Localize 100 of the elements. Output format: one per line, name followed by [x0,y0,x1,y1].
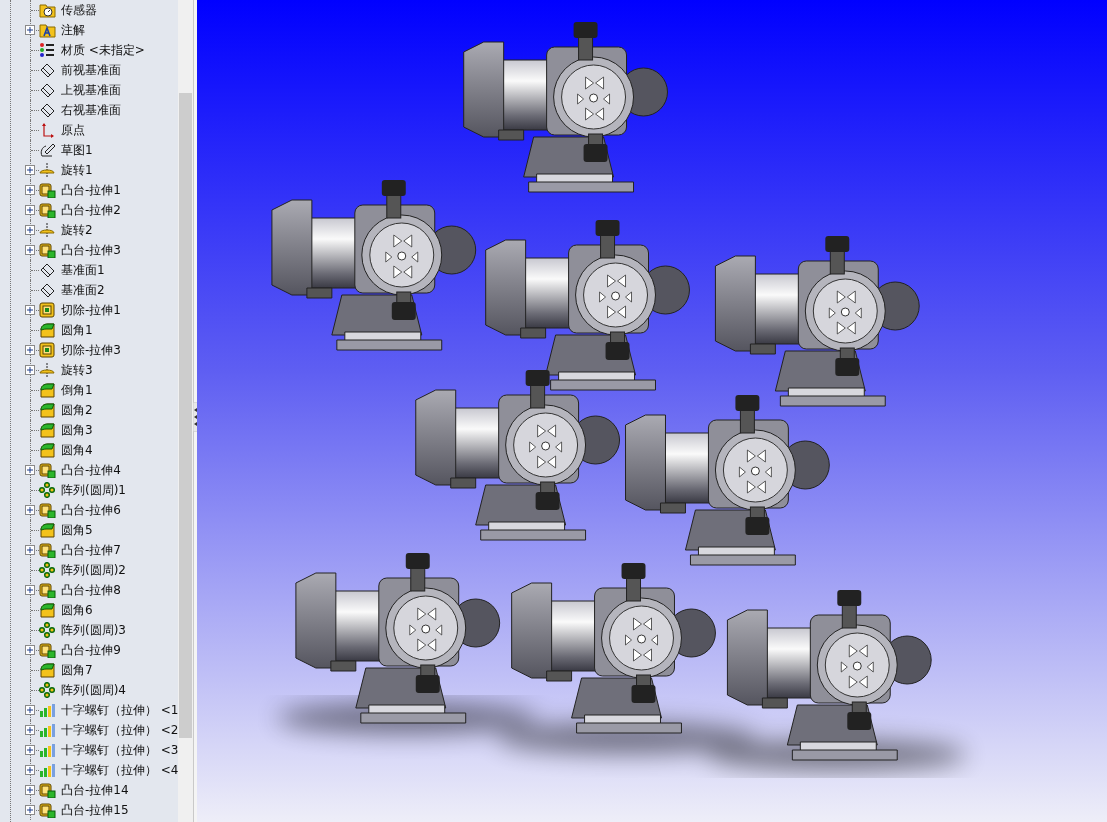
tree-item[interactable]: 圆角1 [61,322,93,338]
expand-toggle[interactable] [25,245,35,255]
plane-icon [39,82,56,98]
tree-item[interactable]: 凸台-拉伸4 [61,462,121,478]
extrude-icon [39,202,56,218]
expand-toggle[interactable] [25,765,35,775]
fillet-icon [39,422,56,438]
extrude-icon [39,802,56,818]
tree-item[interactable]: 切除-拉伸3 [61,342,121,358]
expand-toggle[interactable] [25,365,35,375]
tree-item[interactable]: 阵列(圆周)4 [61,682,126,698]
tree-item[interactable]: 凸台-拉伸14 [61,782,129,798]
tree-item[interactable]: 上视基准面 [61,82,121,98]
extrude-icon [39,642,56,658]
tree-item[interactable]: 切除-拉伸1 [61,302,121,318]
tree-item[interactable]: 圆角3 [61,422,93,438]
model-viewport[interactable] [197,0,1107,822]
cut-icon [39,342,56,358]
plane-icon [39,282,56,298]
tree-item[interactable]: 旋转3 [61,362,93,378]
tree-item[interactable]: 凸台-拉伸2 [61,202,121,218]
tree-item[interactable]: 阵列(圆周)3 [61,622,126,638]
bars-icon [39,742,56,758]
tree-item[interactable]: 右视基准面 [61,102,121,118]
tree-item[interactable]: 旋转1 [61,162,93,178]
expand-toggle[interactable] [25,225,35,235]
origin-icon [39,122,56,138]
tree-item[interactable]: 圆角6 [61,602,93,618]
tree-item[interactable]: 凸台-拉伸6 [61,502,121,518]
extrude-icon [39,542,56,558]
fillet-icon [39,602,56,618]
bars-icon [39,762,56,778]
tree-item[interactable]: 注解 [61,22,85,38]
tree-item[interactable]: 基准面1 [61,262,105,278]
expand-toggle[interactable] [25,785,35,795]
revolve-icon [39,162,56,178]
expand-toggle[interactable] [25,185,35,195]
tree-item[interactable]: 十字螺钉（拉伸） <1 [61,702,178,718]
tree-item[interactable]: 旋转2 [61,222,93,238]
expand-toggle[interactable] [25,745,35,755]
expand-toggle[interactable] [25,645,35,655]
tree-item[interactable]: 阵列(圆周)1 [61,482,126,498]
expand-toggle[interactable] [25,165,35,175]
tree-item[interactable]: 基准面2 [61,282,105,298]
expand-toggle[interactable] [25,305,35,315]
tree-item[interactable]: 凸台-拉伸15 [61,802,129,818]
pattern-icon [39,622,56,638]
pattern-icon [39,682,56,698]
fillet-icon [39,522,56,538]
revolve-icon [39,222,56,238]
annotation-folder-icon [39,22,56,38]
tree-item[interactable]: 圆角5 [61,522,93,538]
extrude-icon [39,502,56,518]
fillet-icon [39,402,56,418]
tree-item[interactable]: 圆角2 [61,402,93,418]
plane-icon [39,102,56,118]
expand-toggle[interactable] [25,805,35,815]
expand-toggle[interactable] [25,205,35,215]
tree-item[interactable]: 草图1 [61,142,93,158]
plane-icon [39,62,56,78]
expand-toggle[interactable] [25,705,35,715]
tree-item[interactable]: 材质 <未指定> [61,42,145,58]
tree-item[interactable]: 十字螺钉（拉伸） <4 [61,762,178,778]
cut-icon [39,302,56,318]
bars-icon [39,722,56,738]
expand-toggle[interactable] [25,465,35,475]
tree-item[interactable]: 圆角7 [61,662,93,678]
tree-item[interactable]: 倒角1 [61,382,93,398]
tree-item[interactable]: 原点 [61,122,85,138]
pattern-icon [39,562,56,578]
tree-item[interactable]: 凸台-拉伸9 [61,642,121,658]
tree-item[interactable]: 前视基准面 [61,62,121,78]
tree-item[interactable]: 十字螺钉（拉伸） <3 [61,742,178,758]
tree-item[interactable]: 凸台-拉伸7 [61,542,121,558]
fillet-icon [39,382,56,398]
tree-item[interactable]: 十字螺钉（拉伸） <2 [61,722,178,738]
extrude-icon [39,462,56,478]
bars-icon [39,702,56,718]
fillet-icon [39,442,56,458]
pattern-icon [39,482,56,498]
sensor-folder-icon [39,2,56,18]
scrollbar-thumb[interactable] [179,93,192,738]
expand-toggle[interactable] [25,505,35,515]
tree-item[interactable]: 阵列(圆周)2 [61,562,126,578]
tree-item[interactable]: 凸台-拉伸8 [61,582,121,598]
tree-item[interactable]: 传感器 [61,2,97,18]
expand-toggle[interactable] [25,345,35,355]
tree-item[interactable]: 凸台-拉伸1 [61,182,121,198]
tree-item[interactable]: 圆角4 [61,442,93,458]
revolve-icon [39,362,56,378]
extrude-icon [39,182,56,198]
material-icon [39,42,56,58]
expand-toggle[interactable] [25,585,35,595]
expand-toggle[interactable] [25,25,35,35]
extrude-icon [39,782,56,798]
fillet-icon [39,322,56,338]
expand-toggle[interactable] [25,725,35,735]
tree-item[interactable]: 凸台-拉伸3 [61,242,121,258]
extrude-icon [39,242,56,258]
expand-toggle[interactable] [25,545,35,555]
